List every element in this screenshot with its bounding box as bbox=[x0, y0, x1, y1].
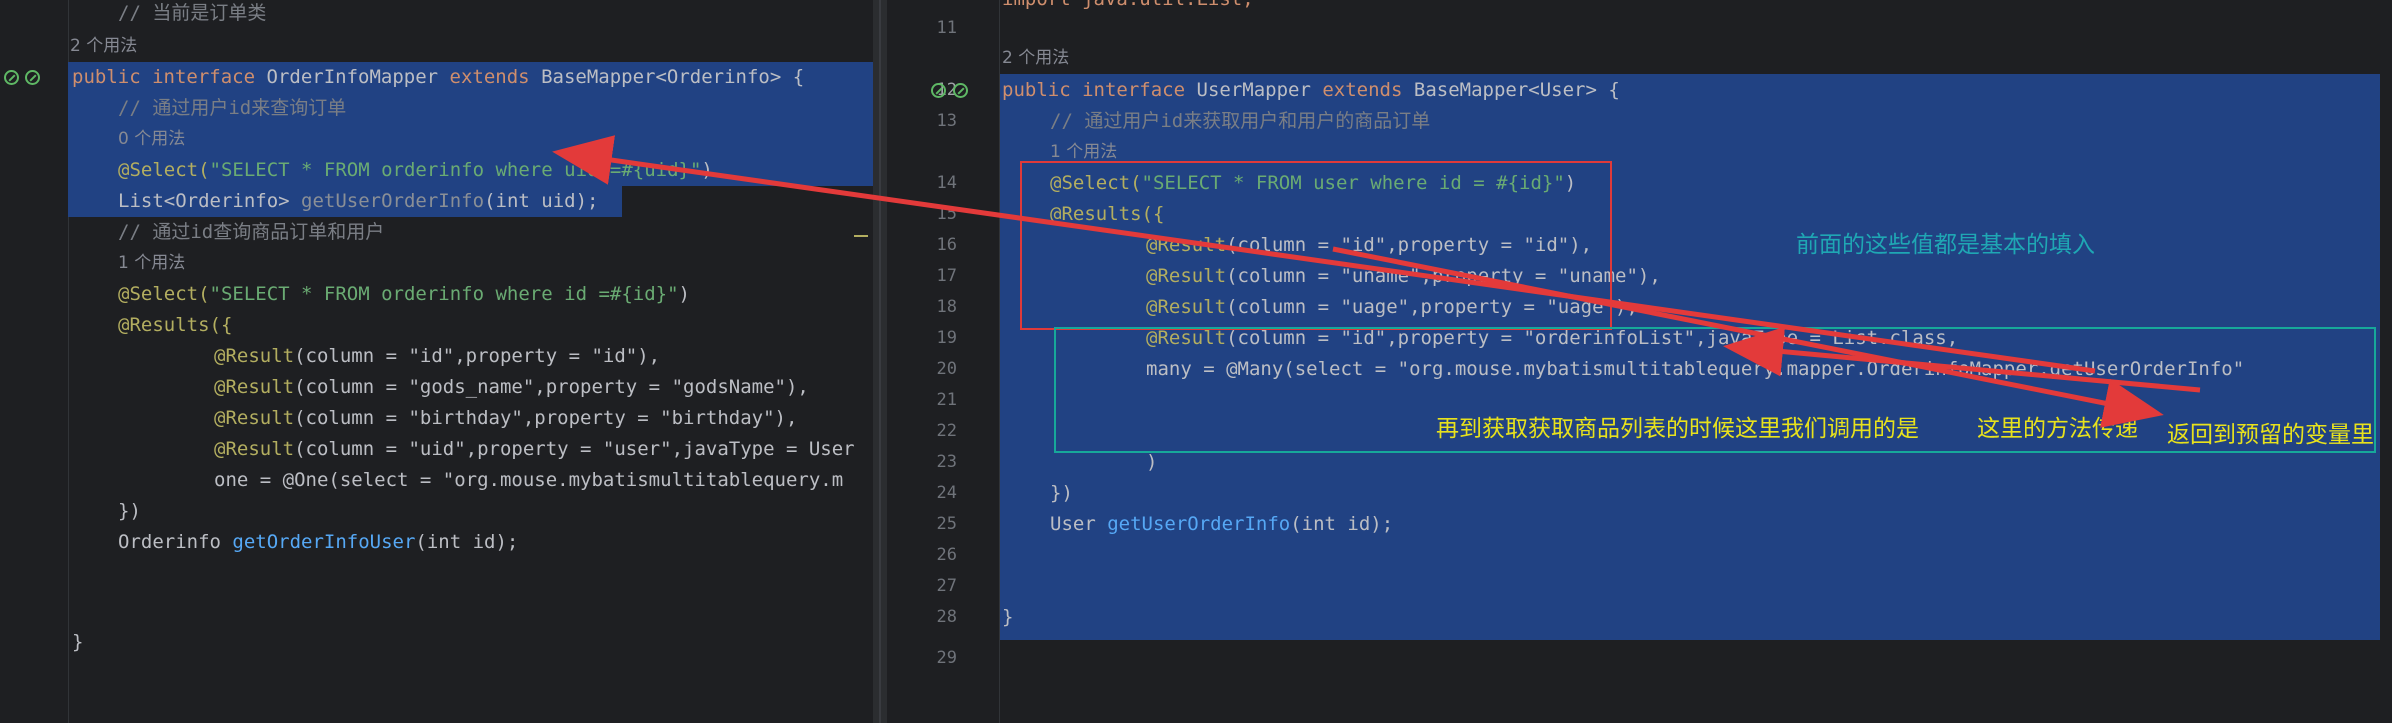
arrow-to-return-note bbox=[1332, 246, 2164, 428]
arrow-to-left-select bbox=[552, 135, 2096, 374]
annotation-arrows bbox=[552, 135, 2201, 428]
